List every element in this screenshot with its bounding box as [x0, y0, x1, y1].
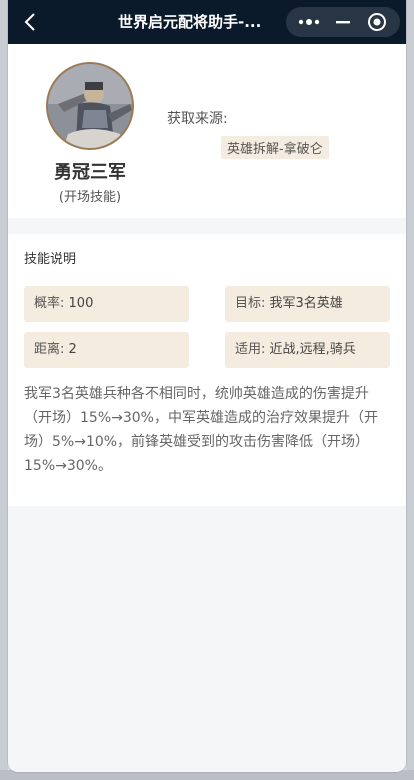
section-gap [8, 218, 406, 234]
attr-value: 2 [68, 342, 77, 357]
attr-applicable: 适用: 近战,远程,骑兵 [225, 332, 390, 368]
capsule-menu [286, 7, 400, 37]
close-button[interactable] [362, 10, 392, 34]
source-label: 获取来源: [167, 111, 228, 127]
attr-label: 距离: [34, 342, 65, 357]
backdrop-edge-right [406, 0, 414, 780]
attr-value: 100 [68, 296, 94, 311]
source-tag[interactable]: 英雄拆解-拿破仑 [221, 136, 329, 159]
mini-program-window: 世界启元配将助手-... 勇冠三军 (开场技能) 获取来源: 英雄拆解-拿破仑 … [8, 0, 406, 772]
target-circle-icon [368, 13, 386, 31]
more-dots-icon [298, 19, 320, 25]
attr-probability: 概率: 100 [24, 286, 189, 322]
skill-description: 我军3名英雄兵种各不相同时，统帅英雄造成的伤害提升（开场）15%→30%，中军英… [24, 386, 378, 474]
warrior-portrait-icon [48, 64, 132, 148]
skill-type: (开场技能) [58, 190, 122, 205]
skill-header: 勇冠三军 (开场技能) 获取来源: 英雄拆解-拿破仑 [8, 44, 406, 218]
skill-avatar [46, 62, 134, 150]
attr-label: 概率: [34, 296, 65, 311]
backdrop-edge-left [0, 0, 8, 780]
attr-value: 近战,远程,骑兵 [269, 342, 356, 357]
more-button[interactable] [294, 10, 324, 34]
titlebar: 世界启元配将助手-... [8, 0, 406, 44]
back-button[interactable] [8, 0, 52, 44]
skill-details: 技能说明 概率: 100 目标: 我军3名英雄 距离: 2 适用: 近战,远程,… [8, 234, 406, 506]
attr-value: 我军3名英雄 [269, 296, 343, 311]
attr-label: 目标: [235, 296, 266, 311]
skill-name: 勇冠三军 [54, 162, 126, 183]
details-title: 技能说明 [24, 252, 77, 267]
chevron-left-icon [24, 13, 35, 31]
minus-icon [336, 21, 350, 24]
page-title: 世界启元配将助手-... [118, 13, 262, 31]
minimize-button[interactable] [328, 10, 358, 34]
attr-target: 目标: 我军3名英雄 [225, 286, 390, 322]
attr-label: 适用: [235, 342, 266, 357]
attr-distance: 距离: 2 [24, 332, 189, 368]
